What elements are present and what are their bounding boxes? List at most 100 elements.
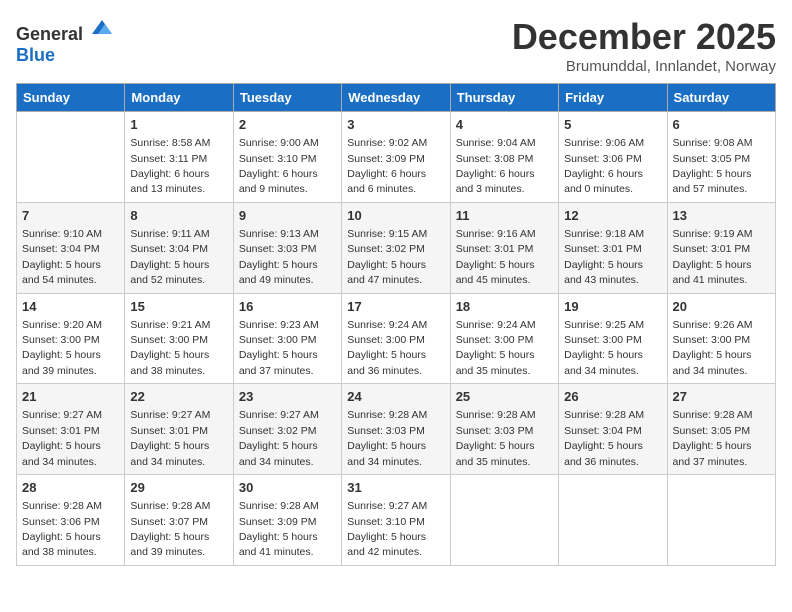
- day-number: 7: [22, 207, 119, 225]
- day-info: Sunrise: 9:11 AM Sunset: 3:04 PM Dayligh…: [130, 228, 209, 286]
- day-number: 24: [347, 388, 444, 406]
- day-info: Sunrise: 9:28 AM Sunset: 3:03 PM Dayligh…: [456, 409, 536, 467]
- calendar-cell: 28 Sunrise: 9:28 AM Sunset: 3:06 PM Dayli…: [17, 475, 125, 566]
- calendar-week-row: 7 Sunrise: 9:10 AM Sunset: 3:04 PM Daylig…: [17, 202, 776, 293]
- calendar-cell: 29 Sunrise: 9:28 AM Sunset: 3:07 PM Dayli…: [125, 475, 233, 566]
- day-info: Sunrise: 9:08 AM Sunset: 3:05 PM Dayligh…: [673, 137, 753, 195]
- calendar-cell: 7 Sunrise: 9:10 AM Sunset: 3:04 PM Daylig…: [17, 202, 125, 293]
- day-number: 30: [239, 479, 336, 497]
- month-title: December 2025: [512, 16, 776, 58]
- day-number: 2: [239, 116, 336, 134]
- logo-icon: [90, 16, 114, 40]
- day-info: Sunrise: 9:28 AM Sunset: 3:04 PM Dayligh…: [564, 409, 644, 467]
- day-info: Sunrise: 9:27 AM Sunset: 3:02 PM Dayligh…: [239, 409, 319, 467]
- header-cell-thursday: Thursday: [450, 84, 558, 112]
- day-number: 29: [130, 479, 227, 497]
- day-info: Sunrise: 9:00 AM Sunset: 3:10 PM Dayligh…: [239, 137, 319, 195]
- day-number: 20: [673, 298, 770, 316]
- calendar-cell: 2 Sunrise: 9:00 AM Sunset: 3:10 PM Daylig…: [233, 112, 341, 203]
- day-number: 26: [564, 388, 661, 406]
- day-number: 8: [130, 207, 227, 225]
- day-number: 10: [347, 207, 444, 225]
- day-info: Sunrise: 9:28 AM Sunset: 3:07 PM Dayligh…: [130, 500, 210, 558]
- day-number: 9: [239, 207, 336, 225]
- calendar-cell: 1 Sunrise: 8:58 AM Sunset: 3:11 PM Daylig…: [125, 112, 233, 203]
- calendar-cell: 11 Sunrise: 9:16 AM Sunset: 3:01 PM Dayli…: [450, 202, 558, 293]
- day-number: 23: [239, 388, 336, 406]
- day-info: Sunrise: 9:04 AM Sunset: 3:08 PM Dayligh…: [456, 137, 536, 195]
- calendar-cell: 24Sunrise: 9:28 AM Sunset: 3:03 PM Dayli…: [342, 384, 450, 475]
- calendar-week-row: 1 Sunrise: 8:58 AM Sunset: 3:11 PM Daylig…: [17, 112, 776, 203]
- day-info: Sunrise: 9:18 AM Sunset: 3:01 PM Dayligh…: [564, 228, 644, 286]
- day-info: Sunrise: 9:21 AM Sunset: 3:00 PM Dayligh…: [130, 319, 210, 377]
- day-info: Sunrise: 9:28 AM Sunset: 3:09 PM Dayligh…: [239, 500, 319, 558]
- calendar-cell: 13 Sunrise: 9:19 AM Sunset: 3:01 PM Dayli…: [667, 202, 775, 293]
- day-number: 11: [456, 207, 553, 225]
- header-cell-friday: Friday: [559, 84, 667, 112]
- calendar-week-row: 28 Sunrise: 9:28 AM Sunset: 3:06 PM Dayli…: [17, 475, 776, 566]
- day-number: 1: [130, 116, 227, 134]
- calendar-week-row: 21 Sunrise: 9:27 AM Sunset: 3:01 PM Dayli…: [17, 384, 776, 475]
- day-info: Sunrise: 9:27 AM Sunset: 3:01 PM Dayligh…: [130, 409, 210, 467]
- calendar-cell: [667, 475, 775, 566]
- calendar-cell: 16Sunrise: 9:23 AM Sunset: 3:00 PM Dayli…: [233, 293, 341, 384]
- day-info: Sunrise: 9:15 AM Sunset: 3:02 PM Dayligh…: [347, 228, 427, 286]
- logo-blue: Blue: [16, 45, 55, 65]
- day-number: 25: [456, 388, 553, 406]
- day-info: Sunrise: 9:24 AM Sunset: 3:00 PM Dayligh…: [456, 319, 536, 377]
- day-number: 27: [673, 388, 770, 406]
- calendar-cell: 18Sunrise: 9:24 AM Sunset: 3:00 PM Dayli…: [450, 293, 558, 384]
- calendar-cell: 31Sunrise: 9:27 AM Sunset: 3:10 PM Dayli…: [342, 475, 450, 566]
- day-info: Sunrise: 9:28 AM Sunset: 3:05 PM Dayligh…: [673, 409, 753, 467]
- day-number: 17: [347, 298, 444, 316]
- day-info: Sunrise: 9:27 AM Sunset: 3:10 PM Dayligh…: [347, 500, 427, 558]
- day-number: 6: [673, 116, 770, 134]
- day-number: 3: [347, 116, 444, 134]
- calendar-body: 1 Sunrise: 8:58 AM Sunset: 3:11 PM Daylig…: [17, 112, 776, 566]
- calendar-table: SundayMondayTuesdayWednesdayThursdayFrid…: [16, 83, 776, 566]
- day-number: 15: [130, 298, 227, 316]
- calendar-week-row: 14Sunrise: 9:20 AM Sunset: 3:00 PM Dayli…: [17, 293, 776, 384]
- header-cell-sunday: Sunday: [17, 84, 125, 112]
- day-number: 21: [22, 388, 119, 406]
- calendar-cell: 17Sunrise: 9:24 AM Sunset: 3:00 PM Dayli…: [342, 293, 450, 384]
- header: General Blue December 2025 Brumunddal, I…: [16, 16, 776, 75]
- day-number: 13: [673, 207, 770, 225]
- calendar-cell: 20 Sunrise: 9:26 AM Sunset: 3:00 PM Dayli…: [667, 293, 775, 384]
- logo-general: General: [16, 24, 83, 44]
- day-info: Sunrise: 9:26 AM Sunset: 3:00 PM Dayligh…: [673, 319, 753, 377]
- header-cell-saturday: Saturday: [667, 84, 775, 112]
- calendar-cell: 15 Sunrise: 9:21 AM Sunset: 3:00 PM Dayli…: [125, 293, 233, 384]
- day-info: Sunrise: 9:28 AM Sunset: 3:06 PM Dayligh…: [22, 500, 102, 558]
- day-number: 4: [456, 116, 553, 134]
- calendar-cell: 26 Sunrise: 9:28 AM Sunset: 3:04 PM Dayli…: [559, 384, 667, 475]
- calendar-cell: 14Sunrise: 9:20 AM Sunset: 3:00 PM Dayli…: [17, 293, 125, 384]
- location-subtitle: Brumunddal, Innlandet, Norway: [512, 58, 776, 75]
- day-info: Sunrise: 9:10 AM Sunset: 3:04 PM Dayligh…: [22, 228, 102, 286]
- day-info: Sunrise: 9:25 AM Sunset: 3:00 PM Dayligh…: [564, 319, 644, 377]
- day-info: Sunrise: 9:06 AM Sunset: 3:06 PM Dayligh…: [564, 137, 644, 195]
- header-cell-monday: Monday: [125, 84, 233, 112]
- day-info: Sunrise: 9:16 AM Sunset: 3:01 PM Dayligh…: [456, 228, 536, 286]
- calendar-cell: 25 Sunrise: 9:28 AM Sunset: 3:03 PM Dayli…: [450, 384, 558, 475]
- day-info: Sunrise: 8:58 AM Sunset: 3:11 PM Dayligh…: [130, 137, 210, 195]
- day-number: 28: [22, 479, 119, 497]
- day-number: 22: [130, 388, 227, 406]
- calendar-cell: 23 Sunrise: 9:27 AM Sunset: 3:02 PM Dayli…: [233, 384, 341, 475]
- calendar-cell: 9 Sunrise: 9:13 AM Sunset: 3:03 PM Daylig…: [233, 202, 341, 293]
- calendar-header-row: SundayMondayTuesdayWednesdayThursdayFrid…: [17, 84, 776, 112]
- calendar-cell: 8 Sunrise: 9:11 AM Sunset: 3:04 PM Daylig…: [125, 202, 233, 293]
- day-info: Sunrise: 9:19 AM Sunset: 3:01 PM Dayligh…: [673, 228, 753, 286]
- calendar-cell: 4 Sunrise: 9:04 AM Sunset: 3:08 PM Daylig…: [450, 112, 558, 203]
- day-number: 14: [22, 298, 119, 316]
- calendar-cell: 22 Sunrise: 9:27 AM Sunset: 3:01 PM Dayli…: [125, 384, 233, 475]
- calendar-cell: 27 Sunrise: 9:28 AM Sunset: 3:05 PM Dayli…: [667, 384, 775, 475]
- calendar-cell: 12Sunrise: 9:18 AM Sunset: 3:01 PM Dayli…: [559, 202, 667, 293]
- day-number: 5: [564, 116, 661, 134]
- calendar-cell: [17, 112, 125, 203]
- day-info: Sunrise: 9:13 AM Sunset: 3:03 PM Dayligh…: [239, 228, 319, 286]
- calendar-cell: 3Sunrise: 9:02 AM Sunset: 3:09 PM Daylig…: [342, 112, 450, 203]
- calendar-cell: [450, 475, 558, 566]
- calendar-cell: [559, 475, 667, 566]
- day-number: 19: [564, 298, 661, 316]
